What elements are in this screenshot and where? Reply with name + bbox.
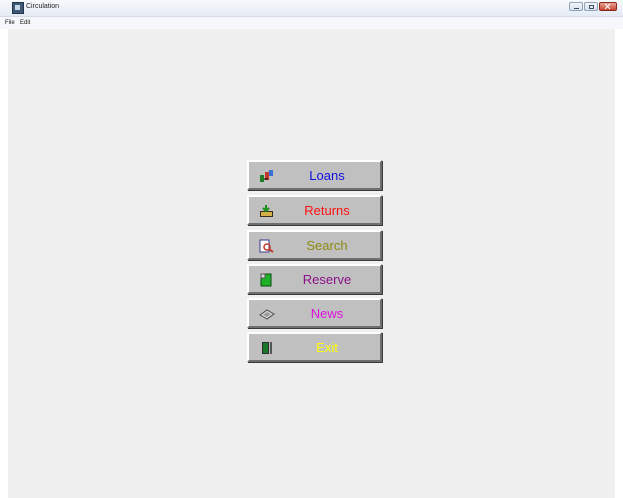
loans-label: Loans [309,168,345,183]
maximize-button[interactable] [584,2,598,11]
news-label: News [310,306,344,321]
menu-bar: File Edit [0,17,623,29]
search-icon [259,239,274,253]
exit-label: Exit [316,340,338,355]
menu-edit[interactable]: Edit [20,18,30,28]
news-button[interactable]: News [247,298,382,328]
window-controls [569,2,617,12]
title-bar: Circulation [0,0,623,17]
returns-label: Returns [304,203,350,218]
circulation-window: Circulation File Edit Loans Returns Sear… [0,0,623,498]
loans-button[interactable]: Loans [247,160,382,190]
search-button[interactable]: Search [247,230,382,260]
search-label: Search [306,238,348,253]
exit-icon [259,341,273,355]
returns-button[interactable]: Returns [247,195,382,225]
returns-icon [259,204,273,218]
minimize-button[interactable] [569,2,583,11]
loans-icon [259,169,273,183]
close-button[interactable] [599,2,617,11]
window-title: Circulation [26,3,60,10]
menu-file[interactable]: File [5,18,15,28]
reserve-label: Reserve [302,272,352,287]
exit-button[interactable]: Exit [247,332,382,362]
reserve-icon [259,273,273,287]
reserve-button[interactable]: Reserve [247,264,382,294]
app-icon[interactable] [12,2,24,14]
news-icon [259,307,275,321]
